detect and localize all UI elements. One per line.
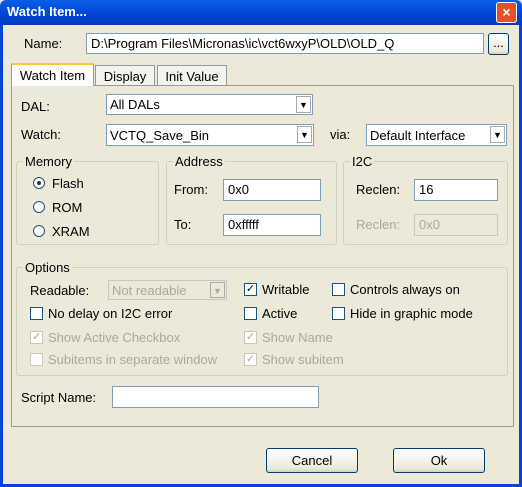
- dal-value: All DALs: [110, 97, 160, 112]
- subitems-separate-checkbox: [30, 353, 43, 366]
- via-value: Default Interface: [370, 128, 466, 143]
- from-input[interactable]: 0x0: [223, 179, 321, 201]
- controls-always-on-checkbox[interactable]: [332, 283, 345, 296]
- to-label: To:: [174, 217, 192, 232]
- radio-dot-icon: [37, 181, 41, 185]
- dal-label: DAL:: [21, 99, 50, 114]
- to-input[interactable]: 0xfffff: [223, 214, 321, 236]
- chevron-down-icon[interactable]: ▼: [296, 96, 311, 113]
- subitems-separate-label: Subitems in separate window: [48, 352, 218, 367]
- close-button[interactable]: ×: [496, 2, 517, 23]
- chevron-down-icon[interactable]: ▼: [297, 126, 312, 143]
- script-name-label: Script Name:: [21, 390, 97, 405]
- reclen-label: Reclen:: [356, 182, 401, 197]
- radio-xram[interactable]: [33, 225, 45, 237]
- memory-title: Memory: [23, 154, 74, 169]
- watch-select[interactable]: VCTQ_Save_Bin ▼: [106, 124, 314, 146]
- chevron-down-icon[interactable]: ▼: [490, 126, 505, 143]
- radio-xram-label: XRAM: [52, 224, 90, 239]
- check-icon: ✓: [245, 331, 256, 343]
- cancel-button[interactable]: Cancel: [266, 448, 358, 473]
- tab-watch-item[interactable]: Watch Item: [11, 63, 94, 86]
- writable-label: Writable: [262, 282, 310, 297]
- radio-rom-label: ROM: [52, 200, 83, 215]
- name-input[interactable]: D:\Program Files\Micronas\ic\vct6wxyP\OL…: [86, 33, 484, 54]
- writable-checkbox[interactable]: ✓: [244, 283, 257, 296]
- window-title: Watch Item...: [7, 4, 87, 19]
- via-label: via:: [330, 127, 351, 142]
- readable-select: Not readable ▼: [108, 280, 227, 300]
- via-select[interactable]: Default Interface ▼: [366, 124, 507, 146]
- address-title: Address: [173, 154, 225, 169]
- watch-label: Watch:: [21, 127, 61, 142]
- radio-flash[interactable]: [33, 177, 45, 189]
- no-delay-checkbox[interactable]: [30, 307, 43, 320]
- ok-button[interactable]: Ok: [393, 448, 485, 473]
- hide-graphic-label: Hide in graphic mode: [350, 306, 473, 321]
- hide-graphic-checkbox[interactable]: [332, 307, 345, 320]
- readable-value: Not readable: [112, 283, 187, 298]
- check-icon: ✓: [245, 283, 256, 295]
- close-icon: ×: [502, 4, 511, 20]
- watch-value: VCTQ_Save_Bin: [110, 128, 209, 143]
- browse-button[interactable]: ...: [488, 33, 509, 55]
- active-label: Active: [262, 306, 298, 321]
- name-label: Name:: [24, 36, 63, 51]
- show-subitem-checkbox: ✓: [244, 353, 257, 366]
- controls-always-on-label: Controls always on: [350, 282, 460, 297]
- dal-select[interactable]: All DALs ▼: [106, 94, 313, 115]
- show-subitem-label: Show subitem: [262, 352, 344, 367]
- show-active-checkbox: ✓: [30, 331, 43, 344]
- reclen2-input: 0x0: [414, 214, 498, 236]
- show-active-label: Show Active Checkbox: [48, 330, 181, 345]
- show-name-label: Show Name: [262, 330, 333, 345]
- reclen2-label: Reclen:: [356, 217, 401, 232]
- chevron-down-icon: ▼: [210, 282, 225, 298]
- reclen-input[interactable]: 16: [414, 179, 498, 201]
- options-title: Options: [23, 260, 72, 275]
- check-icon: ✓: [31, 331, 42, 343]
- readable-label: Readable:: [30, 283, 90, 298]
- from-label: From:: [174, 182, 208, 197]
- radio-rom[interactable]: [33, 201, 45, 213]
- active-checkbox[interactable]: [244, 307, 257, 320]
- tab-display[interactable]: Display: [95, 65, 155, 85]
- show-name-checkbox: ✓: [244, 331, 257, 344]
- script-name-input[interactable]: [112, 386, 319, 408]
- check-icon: ✓: [245, 353, 256, 365]
- i2c-title: I2C: [350, 154, 375, 169]
- no-delay-label: No delay on I2C error: [48, 306, 173, 321]
- tab-init-value[interactable]: Init Value: [157, 65, 227, 85]
- radio-flash-label: Flash: [52, 176, 84, 191]
